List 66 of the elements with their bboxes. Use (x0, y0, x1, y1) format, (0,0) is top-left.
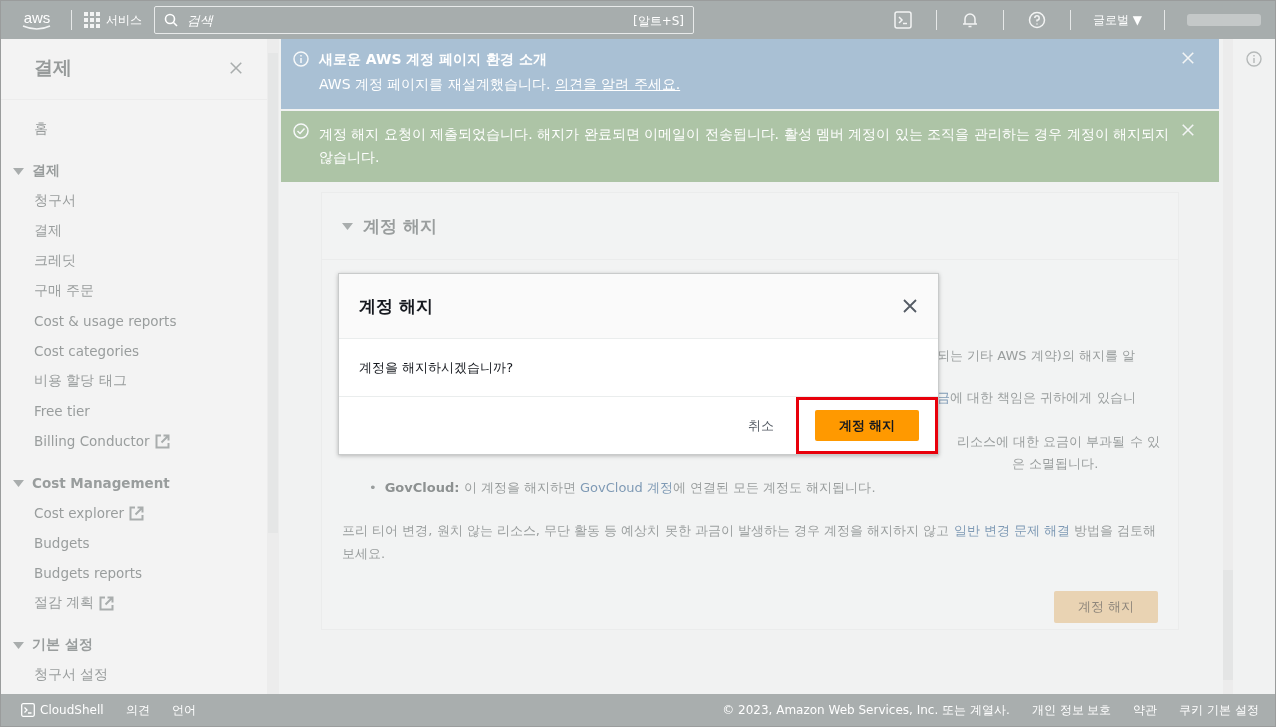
body-text: 은 소멸됩니다. (1012, 455, 1100, 474)
panel-title[interactable]: 계정 해지 (363, 214, 437, 238)
footer-link[interactable]: CloudShell (21, 703, 104, 717)
sidebar-item[interactable]: 결제 (1, 216, 267, 246)
caret-icon[interactable] (13, 166, 24, 176)
info-icon[interactable] (1246, 51, 1262, 67)
close-icon[interactable] (902, 298, 918, 314)
cancel-button[interactable]: 취소 (736, 410, 786, 441)
terminal-icon (21, 703, 35, 717)
bullet-marker: • (369, 479, 377, 498)
services-menu[interactable]: 서비스 (84, 11, 142, 29)
body-text: 금에 대한 책임은 귀하에게 있습니 (937, 389, 1137, 408)
text-link[interactable]: 금 (937, 390, 950, 406)
sidebar-item[interactable]: 비용 할당 태그 (1, 366, 267, 396)
grid-icon (84, 12, 100, 28)
footer-link[interactable]: 약관 (1133, 701, 1158, 719)
sidebar-item[interactable]: 홈 (1, 114, 267, 144)
shortcut-hint: [알트+S] (632, 13, 684, 30)
external-link-icon (154, 433, 170, 449)
sidebar-item[interactable]: Billing Conductor (1, 426, 267, 456)
sidebar-item[interactable]: Budgets reports (1, 558, 267, 588)
sidebar-title: 결제 (34, 55, 72, 80)
banner-text: 계정 해지 요청이 제출되었습니다. 해지가 완료되면 이메일이 전송됩니다. 활성 멤버 계정이 있는 조직을 관리하는 경우 계정이 해지되지 않습니다. (319, 125, 1171, 167)
bullet-text: GovCloud: 이 계정을 해지하면 GovCloud 계정에 연결된 모든 계정도 해지됩니다. (384, 479, 876, 498)
section-title[interactable]: Cost Management (32, 475, 170, 491)
section-title[interactable]: 결제 (32, 162, 60, 180)
aws-logo[interactable]: aws (15, 9, 59, 31)
text-link[interactable]: GovCloud 계정 (579, 480, 673, 496)
body-text: 되는 기타 AWS 계약)의 해지를 알 (937, 347, 1137, 366)
sidebar-item[interactable]: Budgets (1, 528, 267, 558)
sidebar-item[interactable]: Cost & usage reports (1, 306, 267, 336)
sidebar-item[interactable]: Cost categories (1, 336, 267, 366)
sidebar-item[interactable]: 크레딧 (1, 246, 267, 276)
scrollbar[interactable] (1223, 39, 1233, 694)
sidebar-item[interactable]: 청구서 설정 (1, 660, 267, 690)
sidebar-item[interactable]: 청구서 (1, 186, 267, 216)
footer-link[interactable]: 개인 정보 보호 (1031, 701, 1112, 719)
caret-icon[interactable] (342, 221, 353, 231)
body-text: 프리 티어 변경, 원치 않는 리소스, 무단 활동 등 예상치 못한 과금이 발생하는 경우 계정을 해지하지 않고 일반 변경 문제 해결 방법을 검토해 보세요. (342, 522, 1158, 564)
confirm-button[interactable]: 계정 해지 (815, 410, 919, 441)
caret-icon[interactable] (13, 478, 24, 488)
footer-link[interactable]: 언어 (171, 701, 196, 719)
dialog-message: 계정을 해지하시겠습니까? (359, 358, 514, 377)
check-circle-icon (293, 123, 309, 140)
region-menu[interactable]: 글로벌 ▼ (1082, 11, 1152, 29)
caret-icon[interactable] (13, 640, 24, 650)
body-text: 리소스에 대한 요금이 부과될 수 있 (957, 433, 1158, 452)
text-link[interactable]: 일반 변경 문제 해결 (953, 523, 1070, 539)
feedback-link[interactable]: 의견을 알려 주세요. (554, 76, 681, 92)
banner-text: AWS 계정 페이지를 재설계했습니다. 의견을 알려 주세요. (319, 75, 682, 94)
sidebar-item[interactable]: 절감 계획 (1, 588, 267, 618)
sidebar-item[interactable]: Cost explorer (1, 498, 267, 528)
section-title[interactable]: 기본 설정 (32, 636, 93, 654)
copyright-text: © 2023, Amazon Web Services, Inc. 또는 계열사. (722, 701, 1010, 719)
sidebar-item[interactable]: Free tier (1, 396, 267, 426)
banner-title: 새로운 AWS 계정 페이지 환경 소개 (319, 51, 549, 69)
sidebar-item[interactable]: 구매 주문 (1, 276, 267, 306)
info-icon (293, 51, 309, 67)
footer-link[interactable]: 쿠키 기본 설정 (1179, 701, 1259, 719)
search-icon (164, 13, 178, 27)
footer-link[interactable]: 의견 (125, 701, 150, 719)
external-link-icon (129, 505, 145, 521)
dialog-title: 계정 해지 (359, 294, 433, 318)
external-link-icon (99, 595, 115, 611)
scrollbar[interactable] (267, 39, 279, 694)
close-account-button[interactable]: 계정 해지 (1054, 591, 1158, 624)
